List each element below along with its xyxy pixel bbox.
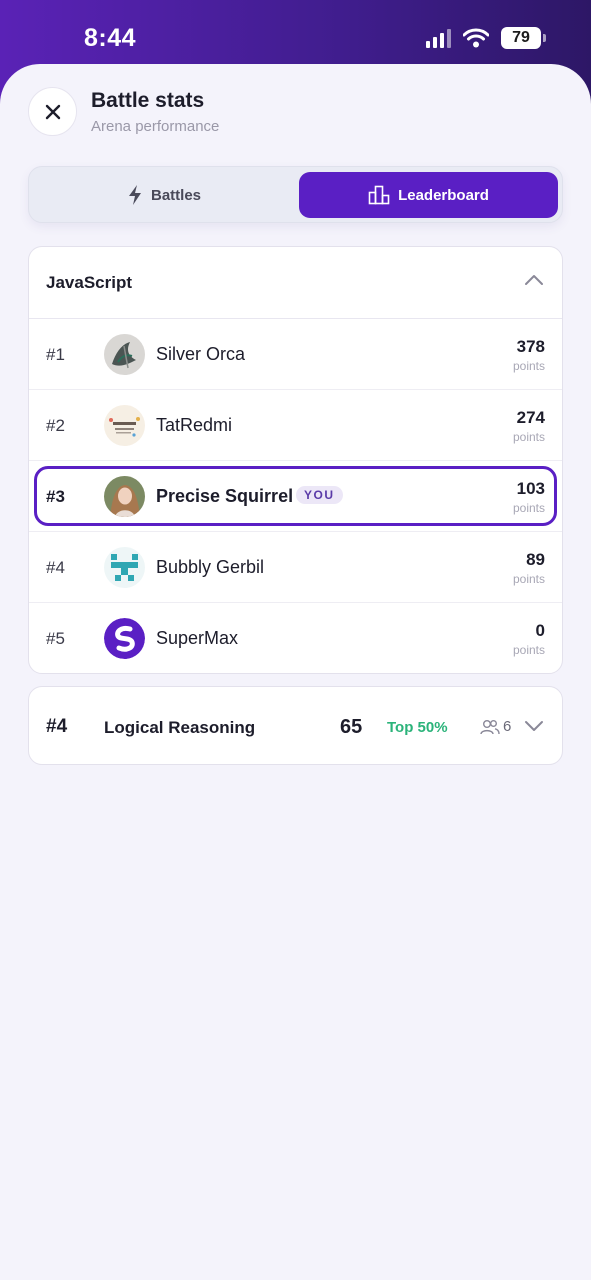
category-title: JavaScript <box>46 273 132 292</box>
points: 0 points <box>513 621 545 658</box>
username: Bubbly Gerbil <box>156 557 265 577</box>
category-header[interactable]: JavaScript <box>29 247 562 319</box>
points-value: 274 <box>516 408 545 427</box>
status-icons: 79 <box>426 27 546 49</box>
lightning-icon <box>128 185 141 205</box>
rank-label: #2 <box>46 416 65 435</box>
points-value: 89 <box>526 550 545 569</box>
points-label: points <box>512 643 545 657</box>
category-score: 65 <box>340 716 363 738</box>
avatar <box>104 547 145 588</box>
close-button[interactable] <box>28 87 77 136</box>
points-value: 0 <box>535 621 545 640</box>
points: 89 points <box>513 550 545 587</box>
category-name: Logical Reasoning <box>104 718 256 737</box>
participants: 6 <box>480 718 511 735</box>
avatar <box>104 618 145 659</box>
view-toggle: Battles Leaderboard <box>28 166 563 223</box>
category-rank: #4 <box>46 716 68 737</box>
percentile-label: Top 50% <box>387 719 448 736</box>
points-label: points <box>512 572 545 586</box>
leaderboard-row: #4 Bubbly Gerbil 89 points <box>29 532 562 603</box>
chevron-down-icon[interactable] <box>524 719 544 733</box>
tab-battles[interactable]: Battles <box>33 172 295 218</box>
wifi-icon <box>463 28 489 48</box>
category-row-collapsed[interactable]: #4 Logical Reasoning 65 Top 50% 6 <box>28 686 563 765</box>
users-icon <box>480 719 500 734</box>
signal-icon <box>426 28 451 48</box>
page-title: Battle stats <box>91 89 205 112</box>
username: Silver Orca <box>156 344 246 364</box>
username: SuperMax <box>156 628 239 648</box>
avatar <box>104 334 145 375</box>
podium-icon <box>368 185 390 205</box>
close-icon <box>45 104 60 119</box>
points: 378 points <box>513 337 545 374</box>
rank-label: #5 <box>46 629 65 648</box>
participants-count: 6 <box>503 718 512 735</box>
rank-label: #4 <box>46 558 65 577</box>
username: TatRedmi <box>156 415 233 435</box>
tab-leaderboard-label: Leaderboard <box>398 186 489 204</box>
page-subtitle: Arena performance <box>91 118 220 135</box>
points-label: points <box>512 359 545 373</box>
points: 274 points <box>513 408 545 445</box>
leaderboard-row: #5 SuperMax 0 points <box>29 603 562 673</box>
chevron-up-icon[interactable] <box>524 273 544 287</box>
tab-leaderboard[interactable]: Leaderboard <box>299 172 558 218</box>
status-time: 8:44 <box>84 24 137 52</box>
points-label: points <box>512 430 545 444</box>
avatar <box>104 405 145 446</box>
points-value: 378 <box>516 337 545 356</box>
rank-label: #1 <box>46 345 65 364</box>
leaderboard-row: #2 TatRedmi 274 points <box>29 390 562 461</box>
battery-indicator: 79 <box>501 27 546 49</box>
leaderboard-row: #1 Silver Orca 378 points <box>29 319 562 390</box>
leaderboard-card: JavaScript #1 Silver Orca 378 points #2 <box>28 246 563 674</box>
tab-battles-label: Battles <box>150 186 202 204</box>
current-user-highlight <box>34 466 557 526</box>
